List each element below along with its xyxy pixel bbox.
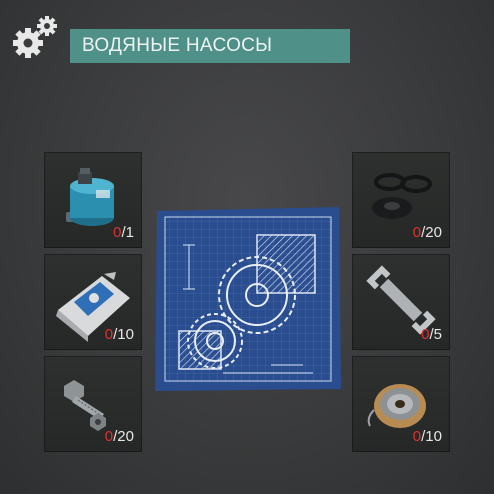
item-count: 0/10 xyxy=(104,326,134,343)
ingredient-slot-wire[interactable]: 0/10 xyxy=(352,356,450,452)
ingredient-slot-water-pump[interactable]: 0/1 xyxy=(44,152,142,248)
gears-icon xyxy=(13,16,57,58)
ingredient-slot-bolt[interactable]: 0/20 xyxy=(44,356,142,452)
ingredient-slot-wrench[interactable]: 0/5 xyxy=(352,254,450,350)
gear-blueprint-icon[interactable] xyxy=(153,205,343,393)
item-count: 0/10 xyxy=(412,428,442,445)
item-count: 0/20 xyxy=(412,224,442,241)
page-title: ВОДЯНЫЕ НАСОСЫ xyxy=(70,29,350,63)
ingredient-slot-cement[interactable]: 0/10 xyxy=(44,254,142,350)
item-count: 0/20 xyxy=(104,428,134,445)
item-count: 0/1 xyxy=(113,224,134,241)
ingredient-slot-seals[interactable]: 0/20 xyxy=(352,152,450,248)
item-count: 0/5 xyxy=(421,326,442,343)
